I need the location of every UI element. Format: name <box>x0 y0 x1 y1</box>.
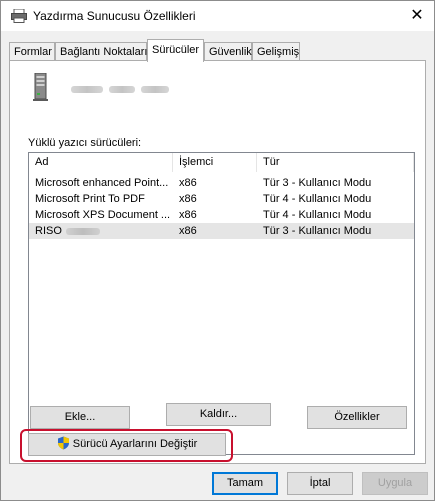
driver-name: Microsoft XPS Document ... <box>35 209 171 221</box>
tab-security[interactable]: Güvenlik <box>204 42 252 61</box>
title-bar: Yazdırma Sunucusu Özellikleri ✕ <box>1 1 434 31</box>
driver-name-redacted <box>65 227 100 235</box>
properties-button[interactable]: Özellikler <box>307 406 407 429</box>
tab-formlar[interactable]: Formlar <box>9 42 55 61</box>
change-driver-settings-label: Sürücü Ayarlarını Değiştir <box>72 438 198 450</box>
server-icon <box>33 73 48 101</box>
column-header-type[interactable]: Tür <box>257 153 414 172</box>
driver-name: Microsoft enhanced Point... <box>35 177 169 189</box>
window-title: Yazdırma Sunucusu Özellikleri <box>33 9 196 23</box>
change-driver-settings-button[interactable]: Sürücü Ayarlarını Değiştir <box>28 433 226 456</box>
add-button[interactable]: Ekle... <box>30 406 130 429</box>
print-server-properties-window: Yazdırma Sunucusu Özellikleri ✕ Formlar … <box>0 0 435 501</box>
driver-name: Microsoft Print To PDF <box>35 193 145 205</box>
remove-button[interactable]: Kaldır... <box>166 403 271 426</box>
server-name-redacted <box>71 84 175 93</box>
list-header: Ad İşlemci Tür <box>29 153 414 172</box>
driver-name: RISO <box>35 225 62 237</box>
driver-type: Tür 3 - Kullanıcı Modu <box>263 225 372 237</box>
driver-type: Tür 4 - Kullanıcı Modu <box>263 209 372 221</box>
apply-button: Uygula <box>362 472 428 495</box>
printer-icon <box>11 9 27 23</box>
tab-ports[interactable]: Bağlantı Noktaları <box>55 42 147 61</box>
table-row-selected[interactable]: RISO x86 Tür 3 - Kullanıcı Modu <box>29 223 414 239</box>
table-row[interactable]: Microsoft XPS Document ... x86 Tür 4 - K… <box>29 207 414 223</box>
installed-drivers-label: Yüklü yazıcı sürücüleri: <box>28 137 142 149</box>
column-header-name[interactable]: Ad <box>29 153 173 172</box>
driver-processor: x86 <box>179 177 197 189</box>
driver-processor: x86 <box>179 209 197 221</box>
cancel-button[interactable]: İptal <box>287 472 353 495</box>
column-header-processor[interactable]: İşlemci <box>173 153 257 172</box>
uac-shield-icon <box>57 436 69 450</box>
close-icon[interactable]: ✕ <box>400 1 434 31</box>
table-row[interactable]: Microsoft Print To PDF x86 Tür 4 - Kulla… <box>29 191 414 207</box>
driver-processor: x86 <box>179 193 197 205</box>
tab-drivers[interactable]: Sürücüler <box>147 39 204 62</box>
table-row[interactable]: Microsoft enhanced Point... x86 Tür 3 - … <box>29 175 414 191</box>
driver-type: Tür 4 - Kullanıcı Modu <box>263 193 372 205</box>
driver-name-cell: RISO <box>35 223 173 239</box>
ok-button[interactable]: Tamam <box>212 472 278 495</box>
tab-advanced[interactable]: Gelişmiş <box>252 42 300 61</box>
driver-type: Tür 3 - Kullanıcı Modu <box>263 177 372 189</box>
driver-processor: x86 <box>179 225 197 237</box>
